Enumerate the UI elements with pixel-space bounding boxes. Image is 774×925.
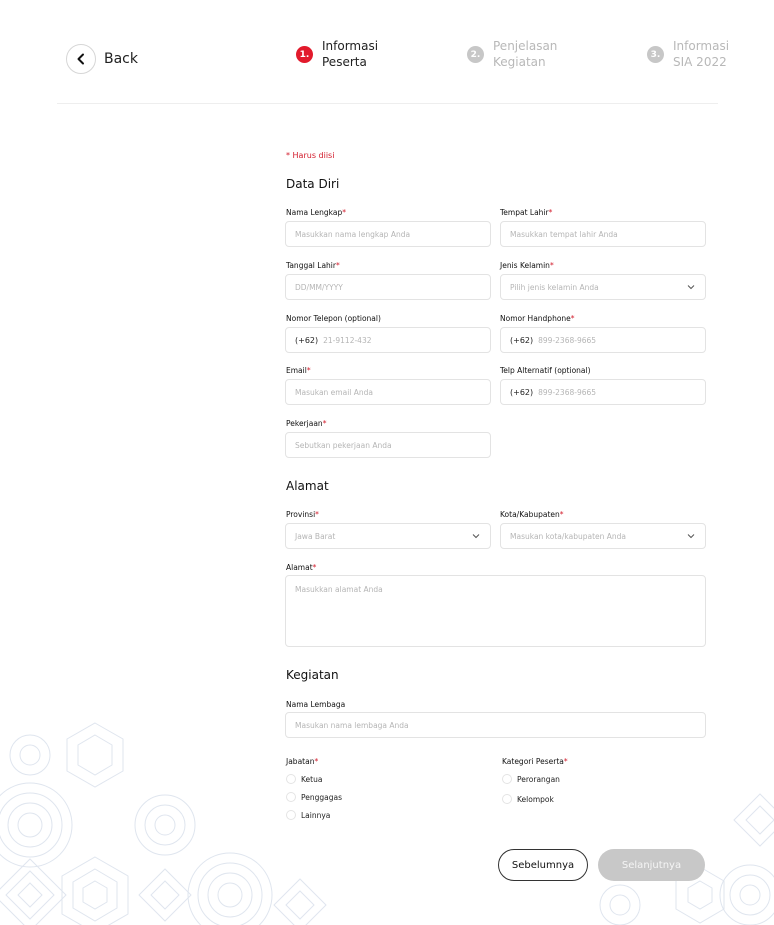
kota-select[interactable]: Masukan kota/kabupaten Anda (500, 523, 706, 549)
step-informasi-sia: 3. Informasi SIA 2022 (647, 38, 729, 70)
phone-prefix: (+62) (510, 335, 534, 345)
phone-prefix: (+62) (295, 335, 319, 345)
nomor-handphone-label: Nomor Handphone* (500, 314, 575, 323)
placeholder: Masukan nama lembaga Anda (295, 720, 409, 730)
pekerjaan-input[interactable]: Sebutkan pekerjaan Anda (285, 432, 491, 458)
placeholder: Pilih jenis kelamin Anda (510, 282, 599, 292)
radio-jabatan-ketua[interactable]: Ketua (286, 774, 322, 784)
tanggal-lahir-label: Tanggal Lahir* (286, 261, 340, 270)
radio-circle (502, 774, 512, 784)
radio-jabatan-lainnya[interactable]: Lainnya (286, 810, 330, 820)
placeholder: 21-9112-432 (323, 335, 372, 345)
placeholder: Masukkan tempat lahir Anda (510, 229, 618, 239)
nomor-telepon-label: Nomor Telepon (optional) (286, 314, 381, 323)
tempat-lahir-input[interactable]: Masukkan tempat lahir Anda (500, 221, 706, 247)
provinsi-select[interactable]: Jawa Barat (285, 523, 491, 549)
radio-label: Kelompok (517, 794, 554, 804)
placeholder: Masukan email Anda (295, 387, 373, 397)
step-label: Penjelasan Kegiatan (493, 39, 558, 69)
header-divider (57, 103, 718, 104)
radio-label: Lainnya (301, 810, 331, 820)
radio-circle (286, 792, 296, 802)
next-button[interactable]: Selanjutnya (598, 849, 705, 881)
step-label: Informasi Peserta (322, 39, 379, 69)
placeholder: Masukkan nama lengkap Anda (295, 229, 411, 239)
radio-jabatan-penggagas[interactable]: Penggagas (286, 792, 342, 802)
radio-label: Penggagas (301, 792, 343, 802)
pekerjaan-label: Pekerjaan* (286, 419, 327, 428)
radio-circle (502, 794, 512, 804)
placeholder: Masukkan alamat Anda (295, 585, 383, 594)
nama-lengkap-input[interactable]: Masukkan nama lengkap Anda (285, 221, 491, 247)
chevron-left-icon (66, 44, 96, 74)
kota-label: Kota/Kabupaten* (500, 510, 564, 519)
radio-kategori-kelompok[interactable]: Kelompok (502, 794, 554, 804)
placeholder: 899-2368-9665 (538, 387, 597, 397)
placeholder: DD/MM/YYYY (295, 282, 343, 292)
radio-circle (286, 774, 296, 784)
kategori-peserta-label: Kategori Peserta* (502, 757, 568, 766)
provinsi-label: Provinsi* (286, 510, 319, 519)
alamat-label: Alamat* (286, 563, 317, 572)
placeholder: Sebutkan pekerjaan Anda (295, 440, 392, 450)
email-input[interactable]: Masukan email Anda (285, 379, 491, 405)
jenis-kelamin-select[interactable]: Pilih jenis kelamin Anda (500, 274, 706, 300)
radio-kategori-perorangan[interactable]: Perorangan (502, 774, 560, 784)
section-title-kegiatan: Kegiatan (286, 668, 339, 682)
placeholder: 899-2368-9665 (538, 335, 597, 345)
step-number: 1. (296, 46, 313, 63)
radio-label: Ketua (301, 774, 323, 784)
step-number: 3. (647, 46, 664, 63)
placeholder: Masukan kota/kabupaten Anda (510, 531, 627, 541)
email-label: Email* (286, 366, 311, 375)
telp-alternatif-label: Telp Alternatif (optional) (500, 366, 591, 375)
alamat-textarea[interactable]: Masukkan alamat Anda (285, 575, 706, 647)
step-number: 2. (467, 46, 484, 63)
nomor-telepon-input[interactable]: (+62) 21-9112-432 (285, 327, 491, 353)
select-value: Jawa Barat (295, 531, 336, 541)
chevron-down-icon (687, 283, 695, 293)
nama-lengkap-label: Nama Lengkap* (286, 208, 346, 217)
back-label: Back (104, 51, 138, 67)
step-label: Informasi SIA 2022 (673, 39, 730, 69)
chevron-down-icon (472, 532, 480, 542)
tanggal-lahir-input[interactable]: DD/MM/YYYY (285, 274, 491, 300)
nomor-handphone-input[interactable]: (+62) 899-2368-9665 (500, 327, 706, 353)
nama-lembaga-input[interactable]: Masukan nama lembaga Anda (285, 712, 706, 738)
section-title-alamat: Alamat (286, 479, 329, 493)
section-title-data-diri: Data Diri (286, 177, 340, 191)
step-informasi-peserta: 1. Informasi Peserta (296, 38, 392, 70)
back-button[interactable]: Back (66, 44, 138, 74)
jenis-kelamin-label: Jenis Kelamin* (500, 261, 554, 270)
radio-label: Perorangan (517, 774, 560, 784)
required-note: * Harus diisi (286, 151, 335, 160)
jabatan-label: Jabatan* (286, 757, 319, 766)
nama-lembaga-label: Nama Lembaga (286, 700, 346, 709)
telp-alternatif-input[interactable]: (+62) 899-2368-9665 (500, 379, 706, 405)
radio-circle (286, 810, 296, 820)
tempat-lahir-label: Tempat Lahir* (500, 208, 553, 217)
previous-button[interactable]: Sebelumnya (498, 849, 588, 881)
chevron-down-icon (687, 532, 695, 542)
step-penjelasan-kegiatan: 2. Penjelasan Kegiatan (467, 38, 563, 70)
phone-prefix: (+62) (510, 387, 534, 397)
